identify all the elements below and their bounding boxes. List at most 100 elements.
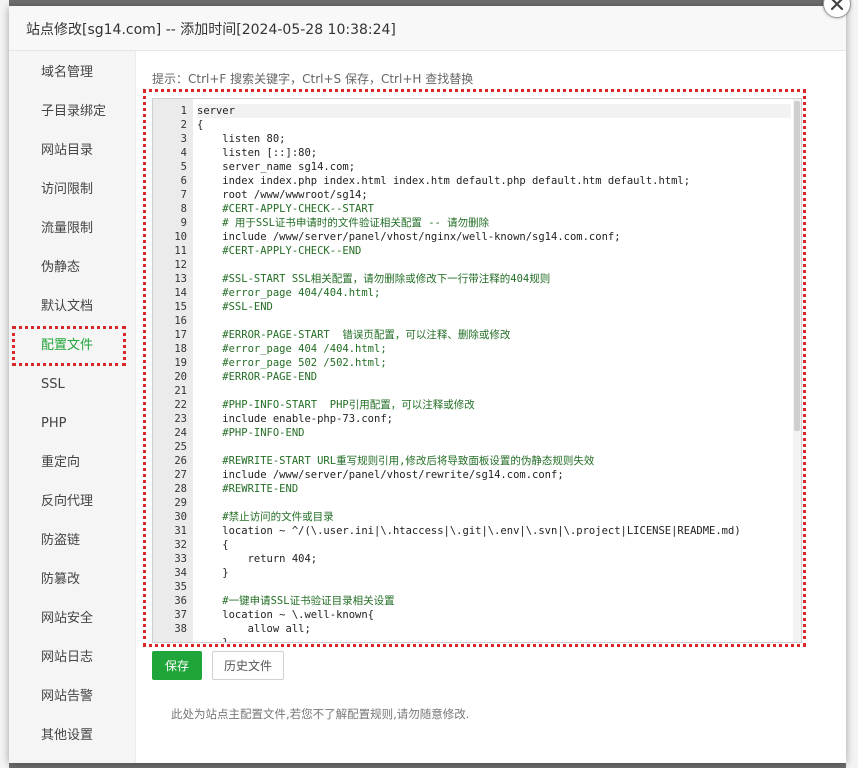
- line-number: 5: [180, 161, 187, 173]
- line-number: 21: [174, 385, 187, 397]
- code-line[interactable]: include enable-php-73.conf;: [197, 412, 791, 426]
- sidebar-item[interactable]: 网站告警: [41, 689, 93, 705]
- line-number: 8: [180, 203, 187, 215]
- code-line[interactable]: server: [197, 104, 791, 118]
- code-line[interactable]: #REWRITE-END: [197, 482, 791, 496]
- line-number: 3: [180, 133, 187, 145]
- close-icon: [830, 0, 844, 11]
- code-line[interactable]: include /www/server/panel/vhost/rewrite/…: [197, 468, 791, 482]
- line-number: 12: [174, 259, 187, 271]
- sidebar: 域名管理 子目录绑定 网站目录 访问限制 流量限制 伪静态 默认文档 配置文件 SSL PHP 重定…: [9, 51, 136, 763]
- history-file-button[interactable]: 历史文件: [212, 651, 284, 680]
- sidebar-item[interactable]: PHP: [41, 416, 66, 432]
- code-line[interactable]: listen 80;: [197, 132, 791, 146]
- sidebar-item[interactable]: 伪静态: [41, 260, 80, 276]
- line-number: 31: [174, 525, 187, 537]
- save-button[interactable]: 保存: [152, 651, 202, 680]
- code-line[interactable]: }: [197, 566, 791, 580]
- line-number: 29: [174, 497, 187, 509]
- sidebar-item[interactable]: 重定向: [41, 455, 80, 471]
- line-number: 33: [174, 553, 187, 565]
- code-line[interactable]: #ERROR-PAGE-END: [197, 370, 791, 384]
- line-number: 24: [174, 427, 187, 439]
- sidebar-item[interactable]: 其他设置: [41, 728, 93, 744]
- line-number: 25: [174, 441, 187, 453]
- code-line[interactable]: }: [197, 636, 791, 642]
- code-line[interactable]: location ~ ^/(\.user.ini|\.htaccess|\.gi…: [197, 524, 791, 538]
- dialog-header: 站点修改[sg14.com] -- 添加时间[2024-05-28 10:38:…: [9, 6, 846, 51]
- dialog-title: 站点修改[sg14.com] -- 添加时间[2024-05-28 10:38:…: [26, 22, 396, 38]
- sidebar-item[interactable]: 网站安全: [41, 611, 93, 627]
- editor-hint: 提示：Ctrl+F 搜索关键字，Ctrl+S 保存，Ctrl+H 查找替换: [152, 72, 474, 86]
- line-number: 11: [174, 245, 187, 257]
- code-line[interactable]: location ~ \.well-known{: [197, 608, 791, 622]
- code-editor[interactable]: 1 2 3 4 5 6 7 8 9 10 11 12 13 14 15 16 17 18 19 20 21 22 23 24 2…: [152, 98, 802, 643]
- line-number: 32: [174, 539, 187, 551]
- code-line[interactable]: server_name sg14.com;: [197, 160, 791, 174]
- line-number: 14: [174, 287, 187, 299]
- sidebar-item[interactable]: 网站日志: [41, 650, 93, 666]
- line-number: 38: [174, 623, 187, 635]
- sidebar-item[interactable]: 默认文档: [41, 299, 93, 315]
- sidebar-item[interactable]: 防盗链: [41, 533, 80, 549]
- code-line[interactable]: #禁止访问的文件或目录: [197, 510, 791, 524]
- code-line[interactable]: index index.php index.html index.htm def…: [197, 174, 791, 188]
- code-line[interactable]: #SSL-END: [197, 300, 791, 314]
- code-line[interactable]: #SSL-START SSL相关配置，请勿删除或修改下一行带注释的404规则: [197, 272, 791, 286]
- code-line[interactable]: #PHP-INFO-START PHP引用配置，可以注释或修改: [197, 398, 791, 412]
- code-line[interactable]: [197, 440, 791, 454]
- sidebar-item[interactable]: 访问限制: [41, 182, 93, 198]
- sidebar-item[interactable]: 子目录绑定: [41, 104, 106, 120]
- background-page-right: [846, 0, 858, 768]
- site-edit-dialog: 站点修改[sg14.com] -- 添加时间[2024-05-28 10:38:…: [9, 6, 846, 763]
- code-line[interactable]: #一键申请SSL证书验证目录相关设置: [197, 594, 791, 608]
- code-line[interactable]: include /www/server/panel/vhost/nginx/we…: [197, 230, 791, 244]
- code-line[interactable]: [197, 580, 791, 594]
- line-number: 35: [174, 581, 187, 593]
- line-number-gutter: 1 2 3 4 5 6 7 8 9 10 11 12 13 14 15 16 17 18 19 20 21 22 23 24 2…: [153, 99, 193, 642]
- annotation-highlight-active-item: [12, 326, 126, 366]
- line-number: 6: [180, 175, 187, 187]
- code-line[interactable]: [197, 314, 791, 328]
- code-line[interactable]: #error_page 404 /404.html;: [197, 342, 791, 356]
- scroll-thumb[interactable]: [794, 101, 800, 431]
- code-line[interactable]: [197, 258, 791, 272]
- sidebar-item[interactable]: 流量限制: [41, 221, 93, 237]
- line-number: 4: [180, 147, 187, 159]
- code-line[interactable]: [197, 496, 791, 510]
- code-line[interactable]: #CERT-APPLY-CHECK--START: [197, 202, 791, 216]
- line-number: 7: [180, 189, 187, 201]
- code-line[interactable]: {: [197, 118, 791, 132]
- code-line[interactable]: #REWRITE-START URL重写规则引用,修改后将导致面板设置的伪静态规…: [197, 454, 791, 468]
- line-number: 34: [174, 567, 187, 579]
- sidebar-item[interactable]: 反向代理: [41, 494, 93, 510]
- line-number: 23: [174, 413, 187, 425]
- editor-scrollbar[interactable]: [793, 99, 801, 642]
- sidebar-item[interactable]: 域名管理: [41, 65, 93, 81]
- code-line[interactable]: # 用于SSL证书申请时的文件验证相关配置 -- 请勿删除: [197, 216, 791, 230]
- line-number: 2: [180, 119, 187, 131]
- code-area[interactable]: server{ listen 80; listen [::]:80; serve…: [197, 99, 791, 642]
- line-number: 22: [174, 399, 187, 411]
- line-number: 1: [180, 105, 187, 117]
- line-number: 28: [174, 483, 187, 495]
- code-line[interactable]: #CERT-APPLY-CHECK--END: [197, 244, 791, 258]
- code-line[interactable]: #PHP-INFO-END: [197, 426, 791, 440]
- code-line[interactable]: listen [::]:80;: [197, 146, 791, 160]
- line-number: 30: [174, 511, 187, 523]
- code-line[interactable]: {: [197, 538, 791, 552]
- sidebar-item[interactable]: 防篡改: [41, 572, 80, 588]
- line-number: 15: [174, 301, 187, 313]
- code-line[interactable]: return 404;: [197, 552, 791, 566]
- code-line[interactable]: #error_page 404/404.html;: [197, 286, 791, 300]
- line-number: 18: [174, 343, 187, 355]
- code-line[interactable]: #ERROR-PAGE-START 错误页配置，可以注释、删除或修改: [197, 328, 791, 342]
- code-line[interactable]: [197, 384, 791, 398]
- sidebar-item[interactable]: SSL: [41, 377, 65, 393]
- code-line[interactable]: root /www/wwwroot/sg14;: [197, 188, 791, 202]
- code-line[interactable]: allow all;: [197, 622, 791, 636]
- code-line[interactable]: #error_page 502 /502.html;: [197, 356, 791, 370]
- line-number: 36: [174, 595, 187, 607]
- line-number: 19: [174, 357, 187, 369]
- sidebar-item[interactable]: 网站目录: [41, 143, 93, 159]
